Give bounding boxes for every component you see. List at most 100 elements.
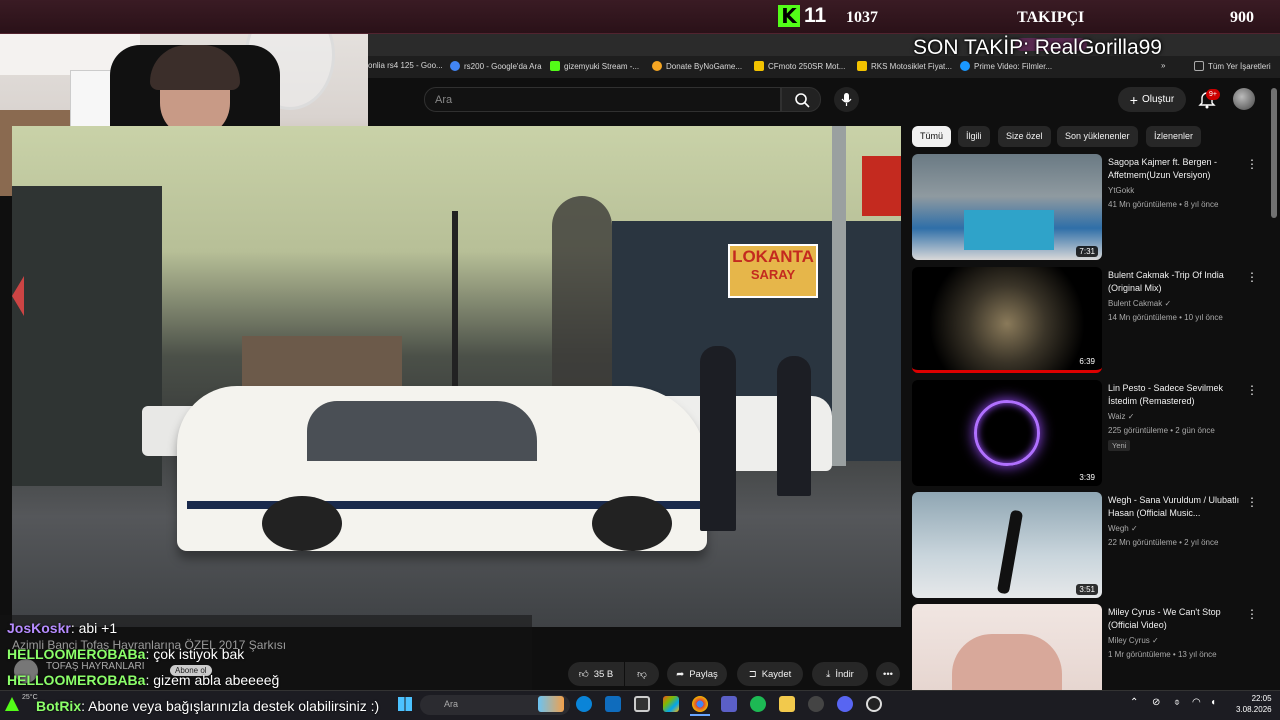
chrome-icon[interactable]: [692, 696, 708, 712]
more-vertical-icon[interactable]: ⋮: [1246, 271, 1258, 283]
google-icon: [450, 61, 460, 71]
video-thumbnail[interactable]: [912, 604, 1102, 690]
recommendation-item[interactable]: 3:51 Wegh - Sana Vuruldum / Ulubatlı Has…: [912, 492, 1268, 598]
save-button[interactable]: ⊐ Kaydet: [737, 662, 803, 686]
chat-text: : Abone veya bağışlarınızla destek olabi…: [81, 698, 380, 714]
wifi-icon[interactable]: ◠: [1192, 697, 1201, 708]
page-scrollbar[interactable]: [1271, 88, 1277, 218]
bookmark-label: gizemyuki Stream -...: [564, 61, 640, 71]
more-vertical-icon[interactable]: ⋮: [1246, 158, 1258, 170]
video-duration: 3:39: [1076, 472, 1098, 483]
thumbs-down-icon: 👎︎: [637, 669, 647, 680]
more-vertical-icon[interactable]: ⋮: [1246, 496, 1258, 508]
obs-icon[interactable]: [866, 696, 882, 712]
chat-username: BotRix: [36, 698, 82, 714]
channel-name[interactable]: Miley Cyrus ✓: [1108, 636, 1159, 645]
clock-date: 3.08.2026: [1236, 705, 1272, 714]
bookmark-item[interactable]: CFmoto 250SR Mot...: [754, 61, 845, 71]
tray-icon[interactable]: ⊘: [1152, 697, 1160, 708]
active-app-indicator: [690, 714, 710, 716]
video-title[interactable]: Sagopa Kajmer ft. Bergen - Affetmem(Uzun…: [1108, 156, 1246, 182]
video-player[interactable]: LOKANTA SARAY: [12, 126, 901, 627]
bookmarks-overflow[interactable]: »: [1161, 61, 1165, 70]
chevron-right-icon: »: [1161, 61, 1166, 70]
search-icon: [795, 93, 810, 108]
more-actions-button[interactable]: •••: [876, 662, 900, 686]
chat-text: : gizem abla abeeeeğ: [145, 672, 280, 688]
walking-man: [777, 356, 811, 496]
chat-message: JosKoskr: abi +1: [7, 620, 117, 636]
recommendation-item[interactable]: 7:31 Sagopa Kajmer ft. Bergen - Affetmem…: [912, 154, 1268, 260]
video-thumbnail[interactable]: 6:39: [912, 267, 1102, 373]
channel-name[interactable]: Bulent Cakmak ✓: [1108, 299, 1171, 308]
microphone-tray-icon[interactable]: ⌽: [1174, 697, 1180, 708]
chip-watched[interactable]: İzlenenler: [1146, 126, 1202, 147]
more-horizontal-icon: •••: [883, 668, 893, 680]
bookmark-item[interactable]: RKS Motosiklet Fiyat...: [857, 61, 952, 71]
like-button[interactable]: 👍︎ 35 B: [568, 662, 624, 686]
all-bookmarks[interactable]: Tüm Yer İşaretleri: [1194, 61, 1271, 71]
channel-name[interactable]: Wegh ✓: [1108, 524, 1138, 533]
search-button[interactable]: [781, 87, 821, 112]
bookmark-item[interactable]: Prime Video: Filmler...: [960, 61, 1052, 71]
outlook-icon[interactable]: [605, 696, 621, 712]
more-vertical-icon[interactable]: ⋮: [1246, 608, 1258, 620]
spotify-icon[interactable]: [750, 696, 766, 712]
share-button[interactable]: ➦ Paylaş: [667, 662, 727, 686]
video-title[interactable]: Bulent Cakmak -Trip Of India (Original M…: [1108, 269, 1246, 295]
bookmark-item[interactable]: onlia rs4 125 - Goo...: [368, 61, 443, 70]
dislike-button[interactable]: 👎︎: [625, 662, 659, 686]
bookmark-item[interactable]: rs200 - Google'da Ara: [450, 61, 542, 71]
thumbnail-face: [952, 634, 1062, 690]
video-thumbnail[interactable]: 7:31: [912, 154, 1102, 260]
search-input[interactable]: Ara: [424, 87, 781, 112]
system-clock[interactable]: 22:05 3.08.2026: [1236, 693, 1272, 715]
site-icon: [857, 61, 867, 71]
copilot-icon[interactable]: [663, 696, 679, 712]
create-button[interactable]: + Oluştur: [1118, 87, 1186, 112]
share-label: Paylaş: [689, 668, 718, 680]
channel-name[interactable]: Waiz ✓: [1108, 412, 1134, 421]
channel-name[interactable]: YtGokk: [1108, 186, 1134, 195]
recommendation-item[interactable]: 3:39 Lin Pesto - Sadece Sevilmek İstedim…: [912, 380, 1268, 486]
chat-message: HELLOOMEROBABa: gizem abla abeeeeğ: [7, 672, 279, 688]
video-duration: 3:51: [1076, 584, 1098, 595]
video-title[interactable]: Miley Cyrus - We Can't Stop (Official Vi…: [1108, 606, 1246, 632]
chevron-up-icon[interactable]: ⌃: [1130, 697, 1138, 708]
video-title[interactable]: Lin Pesto - Sadece Sevilmek İstedim (Rem…: [1108, 382, 1246, 408]
widgets-icon[interactable]: [538, 696, 564, 712]
volume-icon[interactable]: ◖: [1210, 697, 1216, 708]
recommendation-item[interactable]: 6:39 Bulent Cakmak -Trip Of India (Origi…: [912, 267, 1268, 373]
bookmark-item[interactable]: gizemyuki Stream -...: [550, 61, 639, 71]
car-wheel: [262, 496, 342, 551]
download-button[interactable]: ⤓ İndir: [812, 662, 868, 686]
chip-all[interactable]: Tümü: [912, 126, 952, 147]
notification-badge: 9+: [1206, 89, 1220, 100]
voice-search-button[interactable]: [834, 87, 859, 112]
lokanta-sign: LOKANTA SARAY: [728, 244, 818, 298]
edge-icon[interactable]: [576, 696, 592, 712]
chip-for-you[interactable]: Size özel: [998, 126, 1051, 147]
bookmark-item[interactable]: Donate ByNoGame...: [652, 61, 742, 71]
avatar[interactable]: [1233, 88, 1255, 110]
teams-icon[interactable]: [721, 696, 737, 712]
bookmark-label: RKS Motosiklet Fiyat...: [871, 61, 952, 71]
video-thumbnail[interactable]: 3:51: [912, 492, 1102, 598]
bookmark-label: Donate ByNoGame...: [666, 61, 743, 71]
clock-time: 22:05: [1251, 694, 1272, 703]
kick-icon: [550, 61, 560, 71]
save-label: Kaydet: [761, 668, 792, 680]
chip-recently-uploaded[interactable]: Son yüklenenler: [1057, 126, 1138, 147]
recommendation-item[interactable]: Miley Cyrus - We Can't Stop (Official Vi…: [912, 604, 1268, 690]
more-vertical-icon[interactable]: ⋮: [1246, 384, 1258, 396]
app-icon[interactable]: [808, 696, 824, 712]
discord-icon[interactable]: [837, 696, 853, 712]
thumbnail-shirt: [964, 210, 1054, 250]
left-buildings: [12, 186, 162, 486]
video-thumbnail[interactable]: 3:39: [912, 380, 1102, 486]
chip-related[interactable]: İlgili: [958, 126, 990, 147]
windows-start-icon[interactable]: [398, 697, 412, 711]
store-icon[interactable]: [634, 696, 650, 712]
video-title[interactable]: Wegh - Sana Vuruldum / Ulubatlı Hasan (O…: [1108, 494, 1246, 520]
file-explorer-icon[interactable]: [779, 696, 795, 712]
